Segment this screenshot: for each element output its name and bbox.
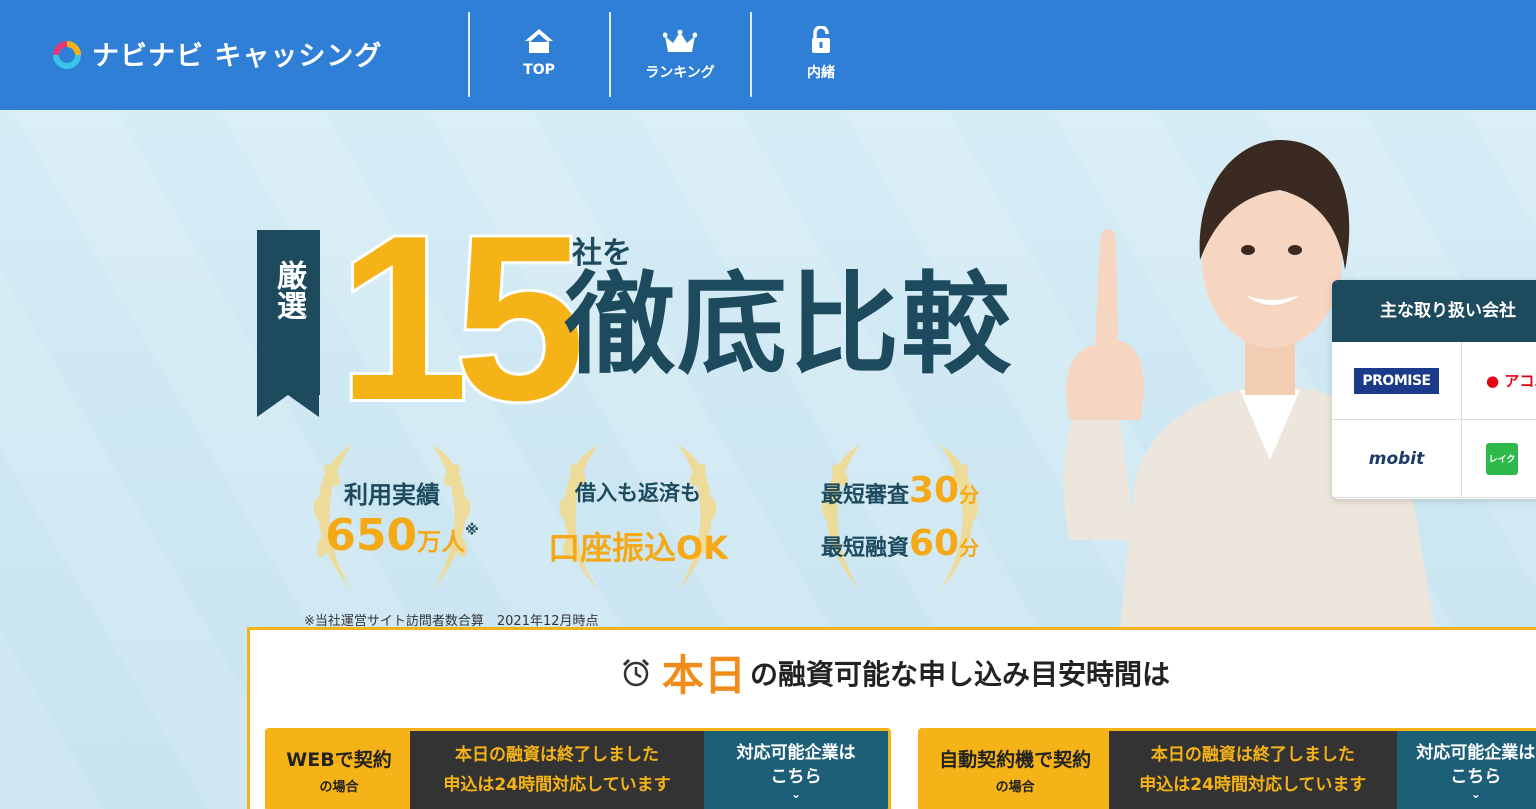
acom-logo: ● アコム xyxy=(1486,370,1536,391)
company-logo-grid: PROMISE ● アコム mobit レイク xyxy=(1332,342,1536,499)
cta-line1: 対応可能企業は xyxy=(1416,743,1536,763)
laurel-wreath-icon xyxy=(821,445,979,590)
company-logo-mobit[interactable]: mobit xyxy=(1332,420,1462,498)
loan-label: 最短融資 xyxy=(820,536,909,561)
title-rest: の融資可能な申し込み目安時間は xyxy=(750,657,1171,691)
crown-icon xyxy=(610,24,750,54)
award-bank-transfer: 借入も返済も 口座振込OK xyxy=(538,425,738,605)
company-logo-promise[interactable]: PROMISE xyxy=(1332,342,1462,420)
review-minutes: 30 xyxy=(908,470,960,511)
site-header: ナビナビ キャッシング TOP ランキング 内緒 xyxy=(0,0,1536,110)
contract-machine-type: 自動契約機で契約 の場合 xyxy=(921,731,1110,809)
contract-machine: 自動契約機で契約 の場合 本日の融資は終了しました 申込は24時間対応しています… xyxy=(918,728,1536,809)
contract-web-cta-button[interactable]: 対応可能企業は こちら ⌄ xyxy=(704,731,888,809)
acom-logo-text: アコム xyxy=(1504,372,1536,390)
lake-logo: レイク xyxy=(1486,442,1518,475)
alarm-clock-icon xyxy=(622,658,650,686)
lake-logo-text: レイク xyxy=(1488,455,1516,465)
ribbon-badge: 厳選 xyxy=(257,230,320,417)
award-users-value: 650万人※ xyxy=(302,510,502,561)
company-logo-acom[interactable]: ● アコム xyxy=(1462,342,1536,420)
company-panel: 主な取り扱い会社 PROMISE ● アコム mobit レイク xyxy=(1332,280,1536,499)
contract-web-type: WEBで契約 の場合 xyxy=(268,731,410,809)
cta-line2: こちら xyxy=(1450,767,1502,787)
award-transfer-value: 口座振込OK xyxy=(547,529,728,567)
review-unit: 分 xyxy=(959,483,980,507)
contract-web-title: WEBで契約 xyxy=(286,749,392,771)
contract-machine-status: 本日の融資は終了しました 申込は24時間対応しています xyxy=(1109,731,1397,809)
cta-line2: こちら xyxy=(770,767,822,787)
users-unit: 万人 xyxy=(417,528,466,556)
nav-secret-label: 内緒 xyxy=(807,65,835,81)
contract-machine-title: 自動契約機で契約 xyxy=(939,749,1092,771)
company-count: 15 xyxy=(335,186,588,449)
review-label: 最短審査 xyxy=(820,483,909,508)
award-loan-time: 最短融資60分 xyxy=(800,523,1000,564)
nav-top-label: TOP xyxy=(523,62,555,78)
status-closed: 本日の融資は終了しました xyxy=(1150,745,1355,765)
nav-top[interactable]: TOP xyxy=(469,24,609,78)
nav-ranking-label: ランキング xyxy=(645,65,715,81)
status-24h: 申込は24時間対応しています xyxy=(443,775,671,795)
award-users: 利用実績 650万人※ xyxy=(292,425,492,605)
cta-line1: 対応可能企業は xyxy=(736,743,856,763)
users-note-mark: ※ xyxy=(465,522,479,539)
company-panel-title: 主な取り扱い会社 xyxy=(1332,280,1536,342)
ribbon-text: 厳選 xyxy=(257,260,320,333)
lock-icon xyxy=(751,24,891,54)
nav-ranking[interactable]: ランキング xyxy=(610,24,750,82)
contract-web-status: 本日の融資は終了しました 申込は24時間対応しています xyxy=(410,731,704,809)
site-logo[interactable]: ナビナビ キャッシング xyxy=(50,34,382,73)
logo-text: ナビナビ キャッシング xyxy=(92,41,383,72)
contract-machine-sub: の場合 xyxy=(995,780,1035,795)
chevron-down-icon: ⌄ xyxy=(790,787,802,801)
promise-logo-text: PROMISE xyxy=(1354,367,1439,394)
status-closed: 本日の融資は終了しました xyxy=(455,745,659,765)
award-speed: 最短審査30分 最短融資60分 xyxy=(800,425,1000,605)
chevron-down-icon: ⌄ xyxy=(1470,787,1481,801)
loan-unit: 分 xyxy=(959,536,980,560)
logo-ring-icon xyxy=(50,37,84,71)
company-logo-lake[interactable]: レイク xyxy=(1462,420,1536,498)
users-number: 650 xyxy=(325,510,418,561)
laurel-wreath-icon xyxy=(559,445,717,590)
loan-minutes: 60 xyxy=(908,523,960,564)
nav-secret[interactable]: 内緒 xyxy=(751,24,891,82)
status-24h: 申込は24時間対応しています xyxy=(1139,775,1367,795)
award-users-label: 利用実績 xyxy=(344,481,440,509)
contract-machine-cta-button[interactable]: 対応可能企業は こちら ⌄ xyxy=(1396,731,1536,809)
home-icon xyxy=(469,24,609,54)
mobit-logo-text: mobit xyxy=(1368,448,1425,469)
hero-headline: 徹底比較 xyxy=(565,261,1013,389)
application-time-title: 本日 の融資可能な申し込み目安時間は xyxy=(620,642,1170,703)
award-review-time: 最短審査30分 xyxy=(800,470,1000,511)
title-today: 本日 xyxy=(662,651,747,700)
award-transfer-label: 借入も返済も xyxy=(575,481,701,505)
contract-web-sub: の場合 xyxy=(319,780,359,795)
ribbon-label: 厳選 xyxy=(271,260,306,320)
application-time-box: 本日 の融資可能な申し込み目安時間は WEBで契約 の場合 本日の融資は終了しま… xyxy=(247,627,1536,809)
contract-web: WEBで契約 の場合 本日の融資は終了しました 申込は24時間対応しています 対… xyxy=(265,728,891,809)
